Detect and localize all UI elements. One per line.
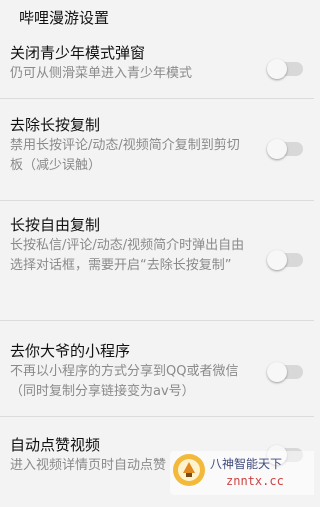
toggle-knob bbox=[267, 362, 287, 382]
setting-row-disable-long-press-copy[interactable]: 去除长按复制 禁用长按评论/动态/视频简介复制到剪切板（减少误触） bbox=[0, 99, 314, 201]
setting-title: 长按自由复制 bbox=[10, 216, 101, 234]
watermark-url: znntx.cc bbox=[226, 474, 284, 488]
setting-desc: 长按私信/评论/动态/视频简介时弹出自由选择对话框，需要开启“去除长按复制” bbox=[10, 238, 245, 273]
setting-title: 关闭青少年模式弹窗 bbox=[10, 44, 146, 62]
toggle-knob bbox=[267, 59, 287, 79]
setting-title: 去你大爷的小程序 bbox=[10, 342, 131, 360]
setting-row-free-copy[interactable]: 长按自由复制 长按私信/评论/动态/视频简介时弹出自由选择对话框，需要开启“去除… bbox=[0, 201, 314, 321]
toggle-knob bbox=[267, 139, 287, 159]
page-title: 哔哩漫游设置 bbox=[19, 9, 110, 27]
toggle-switch[interactable] bbox=[267, 362, 303, 382]
setting-desc: 不再以小程序的方式分享到QQ或者微信（同时复制分享链接变为av号） bbox=[10, 364, 239, 399]
settings-header: 哔哩漫游设置 bbox=[0, 0, 314, 36]
toggle-switch[interactable] bbox=[267, 139, 303, 159]
toggle-switch[interactable] bbox=[267, 250, 303, 270]
watermark: 八神智能天下 znntx.cc bbox=[170, 451, 314, 495]
watermark-title: 八神智能天下 bbox=[210, 457, 283, 471]
setting-desc: 禁用长按评论/动态/视频简介复制到剪切板（减少误触） bbox=[10, 138, 240, 173]
setting-row-teen-mode[interactable]: 关闭青少年模式弹窗 仍可从侧滑菜单进入青少年模式 bbox=[0, 36, 314, 99]
setting-title: 去除长按复制 bbox=[10, 116, 101, 134]
setting-row-mini-program[interactable]: 去你大爷的小程序 不再以小程序的方式分享到QQ或者微信（同时复制分享链接变为av… bbox=[0, 321, 314, 417]
setting-desc: 仍可从侧滑菜单进入青少年模式 bbox=[10, 66, 193, 81]
toggle-knob bbox=[267, 250, 287, 270]
eight-trigrams-logo-icon bbox=[173, 454, 205, 486]
toggle-switch[interactable] bbox=[267, 59, 303, 79]
